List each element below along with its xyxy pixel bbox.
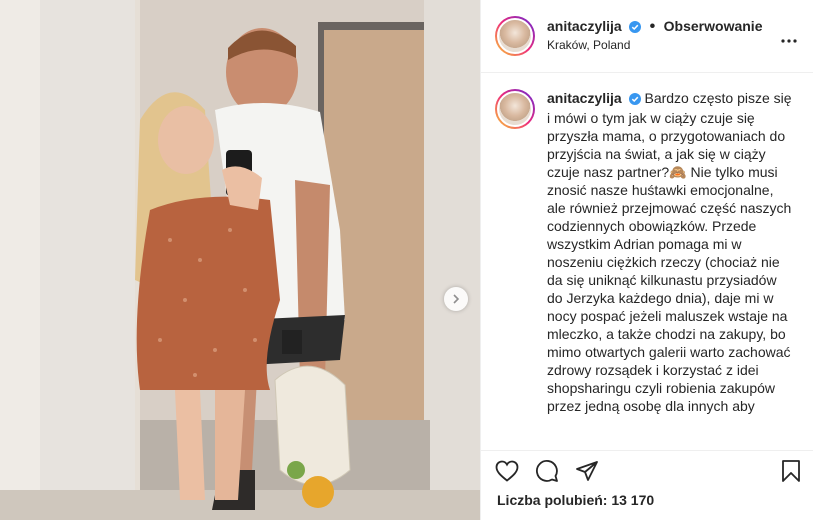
more-options-icon [781, 39, 797, 43]
avatar[interactable] [495, 16, 535, 56]
action-bar [481, 450, 813, 490]
verified-badge-icon [629, 20, 642, 37]
caption-username[interactable]: anitaczylija [547, 90, 622, 106]
location-link[interactable]: Kraków, Poland [547, 37, 762, 54]
verified-badge-icon [628, 91, 641, 109]
share-icon [576, 460, 598, 481]
more-options-button[interactable] [781, 30, 797, 48]
photo-image [0, 0, 480, 520]
caption-avatar[interactable] [495, 89, 535, 129]
caption: anitaczylija Bardzo często pisze się i m… [547, 89, 792, 450]
likes-count[interactable]: Liczba polubień: 13 170 [481, 490, 813, 508]
header-username[interactable]: anitaczylija [547, 18, 622, 34]
header-text: anitaczylija • Obserwowanie Kraków, Pola… [547, 18, 762, 54]
chevron-right-icon [453, 294, 460, 304]
caption-text: Bardzo często pisze się i mówi o tym jak… [547, 90, 792, 414]
bookmark-icon [782, 459, 800, 482]
next-photo-button[interactable] [444, 287, 468, 311]
separator-dot: • [649, 18, 656, 35]
post-photo[interactable] [0, 0, 480, 520]
post-header: anitaczylija • Obserwowanie Kraków, Pola… [481, 0, 813, 73]
comment-button[interactable] [535, 459, 559, 483]
save-button[interactable] [781, 459, 801, 483]
caption-area: anitaczylija Bardzo często pisze się i m… [481, 73, 813, 450]
post-sidebar: anitaczylija • Obserwowanie Kraków, Pola… [480, 0, 813, 520]
following-button[interactable]: Obserwowanie [664, 18, 763, 34]
comment-icon [536, 459, 558, 482]
like-button[interactable] [495, 460, 519, 482]
instagram-post: anitaczylija • Obserwowanie Kraków, Pola… [0, 0, 813, 520]
heart-icon [495, 460, 519, 482]
share-button[interactable] [575, 460, 599, 482]
